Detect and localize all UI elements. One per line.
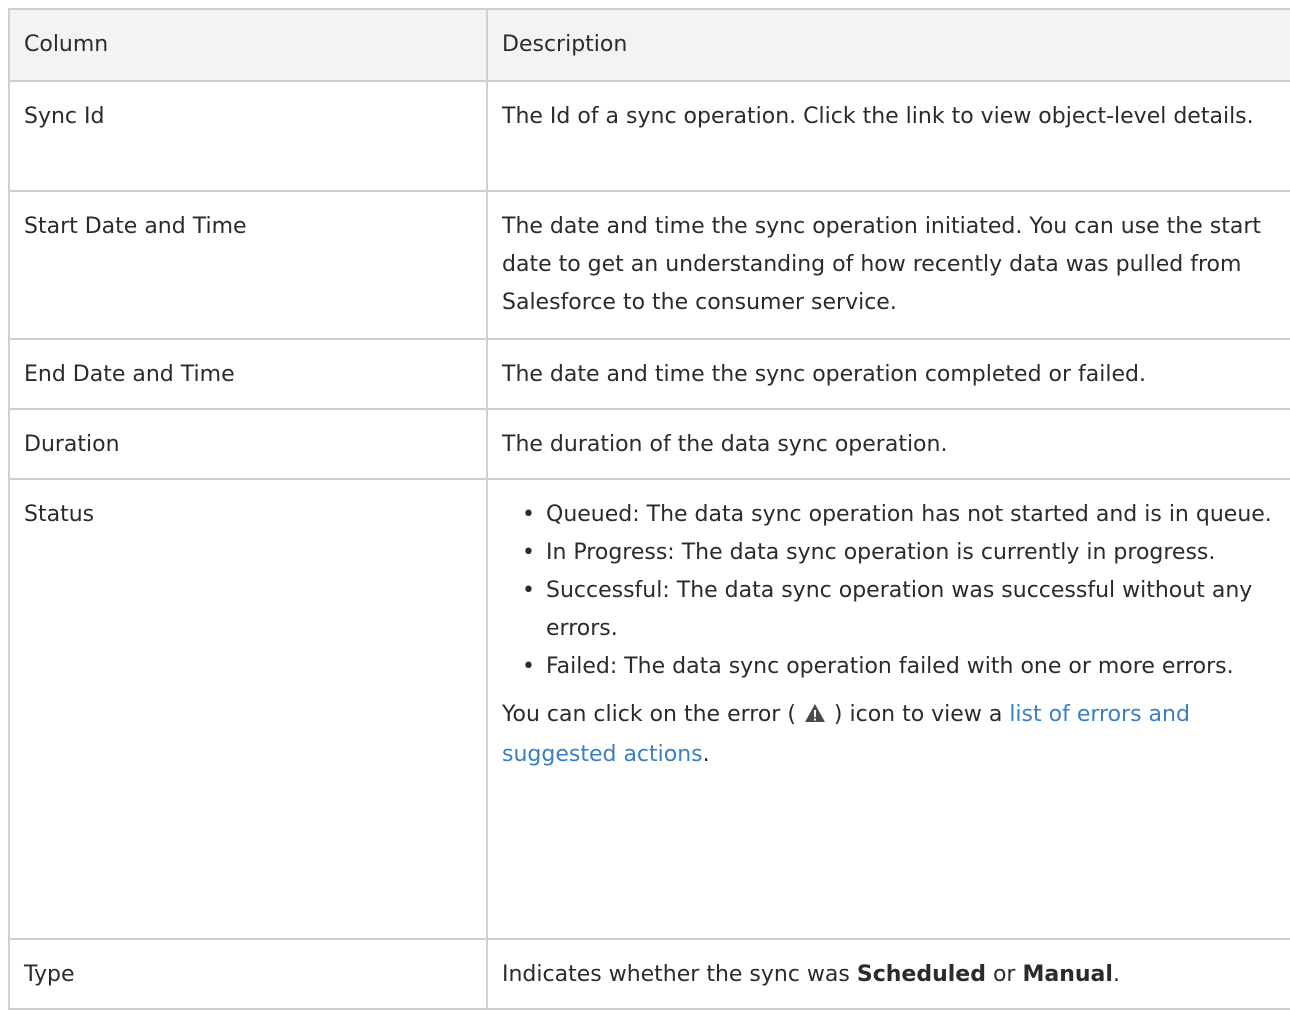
header-column: Column xyxy=(8,8,488,82)
list-item: • Successful: The data sync operation was… xyxy=(520,572,1284,648)
header-description: Description xyxy=(486,8,1290,82)
table-header-row: Column Description xyxy=(8,8,1290,82)
cell-description: • Queued: The data sync operation has not… xyxy=(486,478,1290,940)
warning-triangle-icon[interactable] xyxy=(804,698,826,736)
note-end: . xyxy=(702,742,710,767)
list-item: • Failed: The data sync operation failed … xyxy=(520,648,1284,686)
cell-description: The duration of the data sync operation. xyxy=(486,408,1290,480)
status-successful: Successful: The data sync operation was … xyxy=(546,578,1253,641)
type-period: . xyxy=(1112,962,1120,987)
bullet: • xyxy=(522,502,535,527)
type-or: or xyxy=(992,962,1016,987)
bullet: • xyxy=(522,540,535,565)
bullet: • xyxy=(522,654,535,679)
cell-column: Duration xyxy=(8,408,488,480)
cell-description: The Id of a sync operation. Click the li… xyxy=(486,80,1290,192)
status-failed: Failed: The data sync operation failed w… xyxy=(546,654,1234,679)
bullet: • xyxy=(522,578,535,603)
cell-description: The date and time the sync operation com… xyxy=(486,338,1290,410)
table-row: End Date and Time The date and time the … xyxy=(8,338,1290,410)
table-row: Sync Id The Id of a sync operation. Clic… xyxy=(8,80,1290,192)
cell-description: The date and time the sync operation ini… xyxy=(486,190,1290,340)
note-before-icon: You can click on the error ( xyxy=(502,702,796,727)
status-in-progress: In Progress: The data sync operation is … xyxy=(546,540,1216,565)
table-row: Status • Queued: The data sync operation … xyxy=(8,478,1290,940)
table-row: Start Date and Time The date and time th… xyxy=(8,190,1290,340)
note-after-icon: ) icon to view a xyxy=(833,702,1003,727)
list-item: • In Progress: The data sync operation is… xyxy=(520,534,1284,572)
status-list: • Queued: The data sync operation has not… xyxy=(502,496,1284,686)
cell-column: Status xyxy=(8,478,488,940)
table-row: Duration The duration of the data sync o… xyxy=(8,408,1290,480)
list-item: • Queued: The data sync operation has not… xyxy=(520,496,1284,534)
status-queued: Queued: The data sync operation has not … xyxy=(546,502,1272,527)
type-scheduled: Scheduled xyxy=(856,962,986,987)
error-icon-note: You can click on the error ( ) icon to vi… xyxy=(502,696,1284,774)
cell-column: End Date and Time xyxy=(8,338,488,410)
cell-column: Sync Id xyxy=(8,80,488,192)
type-manual: Manual xyxy=(1022,962,1113,987)
cell-column: Start Date and Time xyxy=(8,190,488,340)
type-prefix: Indicates whether the sync was xyxy=(502,962,850,987)
columns-table: Column Description Sync Id The Id of a s… xyxy=(8,8,1290,1010)
